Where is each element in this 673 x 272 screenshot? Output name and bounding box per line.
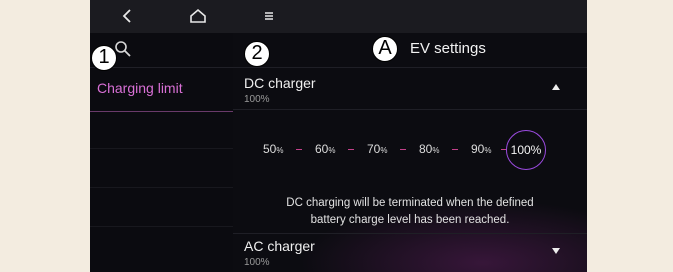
callout-a: A xyxy=(372,36,398,62)
level-separator xyxy=(400,149,406,150)
chevron-down-icon[interactable] xyxy=(551,247,561,255)
callout-1: 1 xyxy=(91,45,117,71)
sidebar-item-empty xyxy=(90,113,233,149)
divider xyxy=(233,67,587,68)
charge-level-option[interactable]: 80% xyxy=(419,142,439,156)
level-separator xyxy=(452,149,458,150)
divider xyxy=(233,233,587,234)
home-icon[interactable] xyxy=(186,5,210,27)
level-unit: % xyxy=(484,146,492,155)
level-value: 70 xyxy=(367,142,381,156)
ac-charger-title: AC charger xyxy=(244,238,315,254)
level-value: 90 xyxy=(471,142,485,156)
charge-level-option[interactable]: 90% xyxy=(471,142,491,156)
dc-charger-title: DC charger xyxy=(244,75,316,91)
head-unit-screen: Charging limit EV settings DC charger 10… xyxy=(90,0,587,272)
level-separator xyxy=(296,149,302,150)
ac-charger-value: 100% xyxy=(244,257,270,268)
charge-level-option[interactable]: 60% xyxy=(315,142,335,156)
dc-charger-value: 100% xyxy=(244,94,270,105)
main-panel: EV settings DC charger 100% 50% 60% 70% … xyxy=(233,33,587,272)
top-navigation-bar xyxy=(90,0,587,33)
sidebar-item-charging-limit[interactable]: Charging limit xyxy=(90,69,233,112)
level-unit: % xyxy=(328,146,336,155)
dc-description-line: battery charge level has been reached. xyxy=(310,214,510,226)
sidebar-item-empty xyxy=(90,149,233,188)
sidebar-item-empty xyxy=(90,188,233,227)
charge-level-selected[interactable]: 100% xyxy=(506,130,546,170)
page-title: EV settings xyxy=(410,40,486,57)
level-unit: % xyxy=(380,146,388,155)
chevron-up-icon[interactable] xyxy=(551,83,561,91)
level-separator xyxy=(348,149,354,150)
charge-level-option[interactable]: 70% xyxy=(367,142,387,156)
charge-level-option[interactable]: 50% xyxy=(263,142,283,156)
back-arrow-icon[interactable] xyxy=(116,5,140,27)
divider xyxy=(233,109,587,110)
level-unit: % xyxy=(276,146,284,155)
callout-2: 2 xyxy=(244,41,270,67)
dc-description-line: DC charging will be terminated when the … xyxy=(286,197,534,209)
level-value: 60 xyxy=(315,142,329,156)
settings-sidebar: Charging limit xyxy=(90,33,233,272)
level-unit: % xyxy=(432,146,440,155)
menu-icon[interactable] xyxy=(257,5,281,27)
level-value: 80 xyxy=(419,142,433,156)
level-value: 50 xyxy=(263,142,277,156)
sidebar-item-label: Charging limit xyxy=(97,80,183,96)
